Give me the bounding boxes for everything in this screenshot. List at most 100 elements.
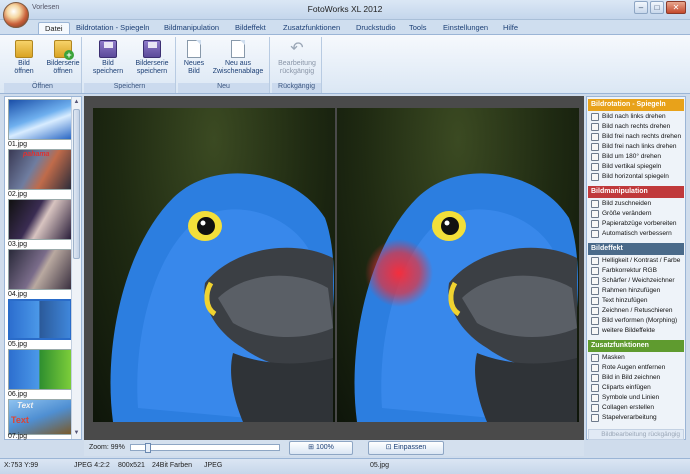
parrot-photo-edited [354, 173, 578, 422]
thumbnail-label: 06.jpg [8, 391, 28, 398]
panel-item-icon [591, 133, 599, 141]
panel-item-label: Bild um 180° drehen [602, 153, 661, 160]
open-image-label: Bild öffnen [14, 60, 34, 75]
scrollbar-thumb[interactable] [73, 109, 80, 259]
panel-item[interactable]: Bild frei nach links drehen [588, 142, 684, 152]
panel-item[interactable]: Bild nach links drehen [588, 112, 684, 122]
panel-item[interactable]: Stapelverarbeitung [588, 413, 684, 423]
panel-section-header[interactable]: Bildmanipulation [588, 186, 684, 198]
group-label-rueckgaengig: Rückgängig [272, 83, 321, 93]
thumbnail-02[interactable]: pahama [8, 149, 72, 190]
image-viewer [84, 96, 584, 440]
zoom-label: Zoom: 99% [89, 444, 125, 451]
thumbnail-05-selected[interactable] [8, 299, 72, 340]
save-series-button[interactable]: Bilderserie speichern [130, 40, 174, 76]
zoom-100-button[interactable]: ⊞ 100% [289, 441, 353, 455]
thumbnail-06[interactable] [8, 349, 72, 390]
thumbnail-text: Text [11, 415, 29, 425]
panel-item[interactable]: Helligkeit / Kontrast / Farbe [588, 256, 684, 266]
panel-item[interactable]: Bild um 180° drehen [588, 152, 684, 162]
undo-button[interactable]: ↶ Bearbeitung rückgängig [274, 40, 320, 76]
panel-item-icon [591, 317, 599, 325]
status-bar: X:753 Y:99 JPEG 4:2:2 800x521 24Bit Farb… [0, 458, 690, 474]
zoom-slider[interactable] [130, 443, 280, 453]
scroll-up-icon[interactable]: ▲ [73, 98, 80, 107]
panel-item[interactable]: Bild nach rechts drehen [588, 122, 684, 132]
thumbnail-04[interactable] [8, 249, 72, 290]
panel-item-icon [591, 153, 599, 161]
edited-image[interactable] [337, 108, 579, 422]
panel-item[interactable]: Automatisch verbessern [588, 229, 684, 239]
panel-item-icon [591, 267, 599, 275]
panel-item[interactable]: Zeichnen / Retuschieren [588, 306, 684, 316]
save-disk-icon [99, 40, 117, 58]
panel-item-label: weitere Bildeffekte [602, 327, 655, 334]
panel-item[interactable]: Masken [588, 353, 684, 363]
panel-item[interactable]: Bild verformen (Morphing) [588, 316, 684, 326]
original-image[interactable] [93, 108, 335, 422]
panel-item[interactable]: Rahmen hinzufügen [588, 286, 684, 296]
panel-item[interactable]: Text hinzufügen [588, 296, 684, 306]
save-image-button[interactable]: Bild speichern [88, 40, 128, 76]
thumbnail-07[interactable]: Text Text [8, 399, 72, 435]
new-image-button[interactable]: Neues Bild [180, 40, 208, 76]
save-series-label: Bilderserie speichern [135, 60, 169, 75]
group-label-speichern: Speichern [84, 83, 175, 93]
panel-section-header[interactable]: Bildrotation - Spiegeln [588, 99, 684, 111]
fit-button[interactable]: ⊡ Einpassen [368, 441, 444, 455]
panel-item-icon [591, 364, 599, 372]
open-series-button[interactable]: Bilderserie öffnen [44, 40, 82, 76]
thumbnail-label: 04.jpg [8, 291, 28, 298]
panel-item-icon [591, 374, 599, 382]
panel-item[interactable]: Bild vertikal spiegeln [588, 162, 684, 172]
panel-item[interactable]: Rote Augen entfernen [588, 363, 684, 373]
panel-item[interactable]: Cliparts einfügen [588, 383, 684, 393]
panel-item[interactable]: Größe verändern [588, 209, 684, 219]
close-button[interactable]: ✕ [666, 1, 686, 14]
panel-item-label: Größe verändern [602, 210, 652, 217]
zoom-slider-knob[interactable] [144, 443, 151, 453]
new-from-clipboard-button[interactable]: Neu aus Zwischenablage [208, 40, 268, 76]
panel-item-label: Masken [602, 354, 625, 361]
panel-item-icon [591, 277, 599, 285]
scroll-down-icon[interactable]: ▼ [73, 429, 80, 438]
app-menu-icon[interactable] [3, 2, 29, 28]
thumbnail-scrollbar[interactable]: ▲ ▼ [71, 97, 81, 439]
thumbnail-label: 03.jpg [8, 241, 28, 248]
panel-item[interactable]: Bild frei nach rechts drehen [588, 132, 684, 142]
panel-item[interactable]: Collagen erstellen [588, 403, 684, 413]
panel-item[interactable]: Papierabzüge vorbereiten [588, 219, 684, 229]
panel-item-label: Text hinzufügen [602, 297, 648, 304]
panel-undo-button[interactable]: Bildbearbeitung rückgängig [588, 429, 684, 440]
panel-item[interactable]: Bild horizontal spiegeln [588, 172, 684, 182]
status-colors: 24Bit Farben [152, 462, 193, 469]
clipboard-icon [231, 40, 245, 58]
panel-item-label: Stapelverarbeitung [602, 414, 657, 421]
panel-item-icon [591, 163, 599, 171]
thumbnail-03[interactable] [8, 199, 72, 240]
new-image-label: Neues Bild [183, 60, 205, 75]
panel-item[interactable]: Bild zuschneiden [588, 199, 684, 209]
panel-section-header[interactable]: Zusatzfunktionen [588, 340, 684, 352]
panel-item-icon [591, 143, 599, 151]
panel-item[interactable]: Bild in Bild zeichnen [588, 373, 684, 383]
save-series-icon [143, 40, 161, 58]
panel-item-icon [591, 287, 599, 295]
panel-item-icon [591, 307, 599, 315]
panel-item[interactable]: Farbkorrektur RGB [588, 266, 684, 276]
minimize-button[interactable]: – [634, 1, 648, 14]
open-series-label: Bilderserie öffnen [46, 60, 80, 75]
thumbnail-text: pahama [23, 151, 50, 158]
zoom-icon: ⊞ [308, 444, 316, 451]
panel-item-label: Bild nach rechts drehen [602, 123, 671, 130]
group-rueckgaengig: ↶ Bearbeitung rückgängig Rückgängig [272, 37, 322, 93]
maximize-button[interactable]: □ [650, 1, 664, 14]
open-image-button[interactable]: Bild öffnen [8, 40, 40, 76]
thumbnail-01[interactable] [8, 99, 72, 140]
status-type: JPEG [204, 462, 223, 469]
panel-item[interactable]: Symbole und Linien [588, 393, 684, 403]
status-size: 800x521 [118, 462, 145, 469]
panel-item[interactable]: Schärfer / Weichzeichner [588, 276, 684, 286]
panel-item[interactable]: weitere Bildeffekte [588, 326, 684, 336]
panel-section-header[interactable]: Bildeffekt [588, 243, 684, 255]
